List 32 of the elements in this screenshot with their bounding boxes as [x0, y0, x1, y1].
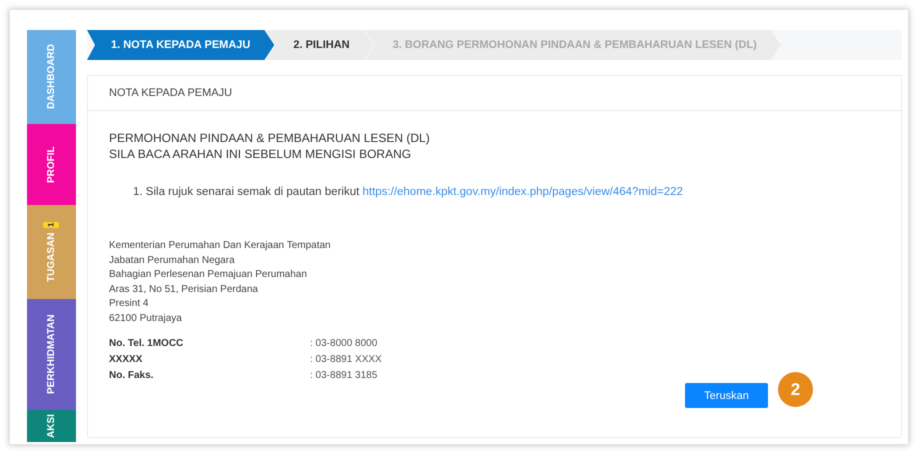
address-line: 62100 Putrajaya: [109, 312, 183, 326]
address-line: Aras 31, No 51, Perisian Perdana: [109, 282, 259, 297]
contact-value: : 03-8000 8000: [310, 337, 378, 352]
notice-title: SILA BACA ARAHAN INI SEBELUM MENGISI BORANG: [109, 146, 412, 162]
sidebar-tab[interactable]: DASHBOARD: [27, 30, 76, 124]
sidebar-tab-label: AKSI: [45, 414, 58, 438]
sidebar-tab[interactable]: PERKHIDMATAN: [27, 299, 76, 410]
checklist-link[interactable]: https://ehome.kpkt.gov.my/index.php/pages/view/464?mid=222: [362, 186, 683, 198]
sidebar-tab-label: PERKHIDMATAN: [45, 314, 58, 394]
address-line: Bahagian Perlesenan Pemajuan Perumahan: [109, 268, 308, 282]
continue-button[interactable]: Teruskan: [685, 383, 768, 408]
sidebar-tab-label: PROFIL: [45, 146, 58, 183]
sidebar-tab[interactable]: AKSI: [27, 410, 76, 442]
sidebar-tab-label: TUGASAN: [45, 232, 58, 282]
sidebar-tab-label: DASHBOARD: [45, 44, 58, 110]
sidebar-tab[interactable]: PROFIL: [27, 124, 76, 205]
instruction-text: 1. Sila rujuk senarai semak di pautan berikut https://ehome.kpkt.gov.my/index.php/pages/view/464?mid=222: [132, 185, 684, 200]
card-header: NOTA KEPADA PEMAJU: [109, 86, 232, 101]
count-badge: 1: [44, 222, 60, 228]
step-tab[interactable]: 2. PILIHAN: [265, 30, 374, 60]
contact-label: No. Tel. 1MOCC: [109, 337, 184, 352]
contact-label: No. Faks.: [109, 369, 154, 384]
address-line: Presint 4: [109, 297, 150, 312]
step-callout-badge: 2: [778, 372, 813, 408]
step-tab[interactable]: 1. NOTA KEPADA PEMAJU: [87, 30, 274, 60]
contact-value: : 03-8891 XXXX: [310, 353, 382, 368]
address-line: Jabatan Perumahan Negara: [109, 254, 236, 268]
notice-title: PERMOHONAN PINDAAN & PEMBAHARUAN LESEN (DL): [109, 130, 431, 146]
contact-value: : 03-8891 3185: [310, 369, 378, 384]
address-line: Kementerian Perumahan Dan Kerajaan Tempatan: [109, 239, 332, 254]
contact-label: XXXXX: [109, 353, 144, 368]
sidebar-tab[interactable]: TUGASAN 1: [27, 205, 76, 299]
